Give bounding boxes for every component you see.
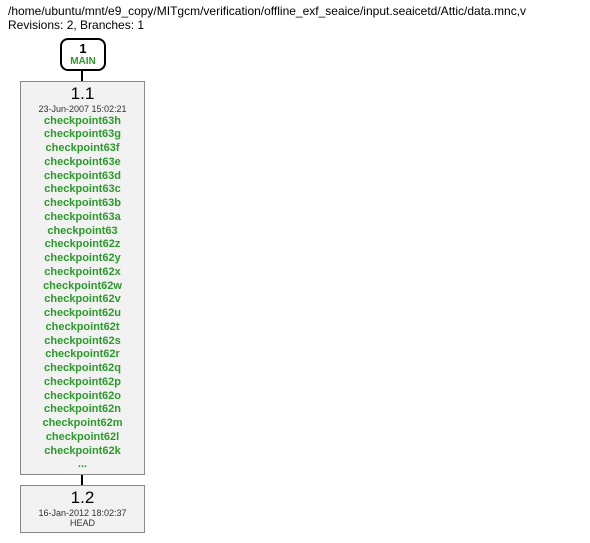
revision-graph: 1 MAIN 1.1 23-Jun-2007 15:02:21 checkpoi… (8, 38, 590, 533)
revision-tag: checkpoint63f (21, 142, 144, 156)
revision-tag: checkpoint62y (21, 252, 144, 266)
revision-tag: checkpoint62k (21, 445, 144, 459)
revision-tag: checkpoint62z (21, 238, 144, 252)
revision-tag: checkpoint62t (21, 321, 144, 335)
revision-tag: checkpoint62n (21, 403, 144, 417)
tags-ellipsis: ... (21, 458, 144, 472)
revision-tag: checkpoint63d (21, 170, 144, 184)
branch-label: MAIN (62, 56, 104, 67)
revision-date: 16-Jan-2012 18:02:37 (21, 508, 144, 519)
revision-head-label: HEAD (21, 518, 144, 530)
revision-tag: checkpoint63h (21, 115, 144, 129)
revisions-meta: Revisions: 2, Branches: 1 (8, 18, 590, 32)
branch-node-main: 1 MAIN (60, 38, 106, 71)
revision-date: 23-Jun-2007 15:02:21 (21, 104, 144, 115)
revision-tag: checkpoint62q (21, 362, 144, 376)
revision-tag: checkpoint62l (21, 431, 144, 445)
revision-tag: checkpoint62r (21, 348, 144, 362)
revision-tag: checkpoint62v (21, 293, 144, 307)
revision-tag: checkpoint62m (21, 417, 144, 431)
revision-tag: checkpoint63b (21, 197, 144, 211)
revision-tag: checkpoint62u (21, 307, 144, 321)
connector-line (81, 475, 83, 485)
revision-number: 1.1 (21, 84, 144, 104)
connector-line (81, 71, 83, 81)
branch-number: 1 (62, 42, 104, 56)
revision-tag: checkpoint63a (21, 211, 144, 225)
revision-tag: checkpoint62w (21, 280, 144, 294)
revision-node-1-1: 1.1 23-Jun-2007 15:02:21 checkpoint63hch… (20, 81, 145, 475)
revision-tag: checkpoint62s (21, 335, 144, 349)
revision-tag: checkpoint63c (21, 183, 144, 197)
revision-tag: checkpoint62p (21, 376, 144, 390)
revision-tag: checkpoint62x (21, 266, 144, 280)
revision-tags: checkpoint63hcheckpoint63gcheckpoint63fc… (21, 115, 144, 459)
revision-tag: checkpoint62o (21, 390, 144, 404)
file-path: /home/ubuntu/mnt/e9_copy/MITgcm/verifica… (8, 4, 590, 18)
revision-tag: checkpoint63 (21, 225, 144, 239)
revision-tag: checkpoint63g (21, 128, 144, 142)
revision-number: 1.2 (21, 488, 144, 508)
revision-tag: checkpoint63e (21, 156, 144, 170)
revision-node-1-2: 1.2 16-Jan-2012 18:02:37 HEAD (20, 485, 145, 533)
